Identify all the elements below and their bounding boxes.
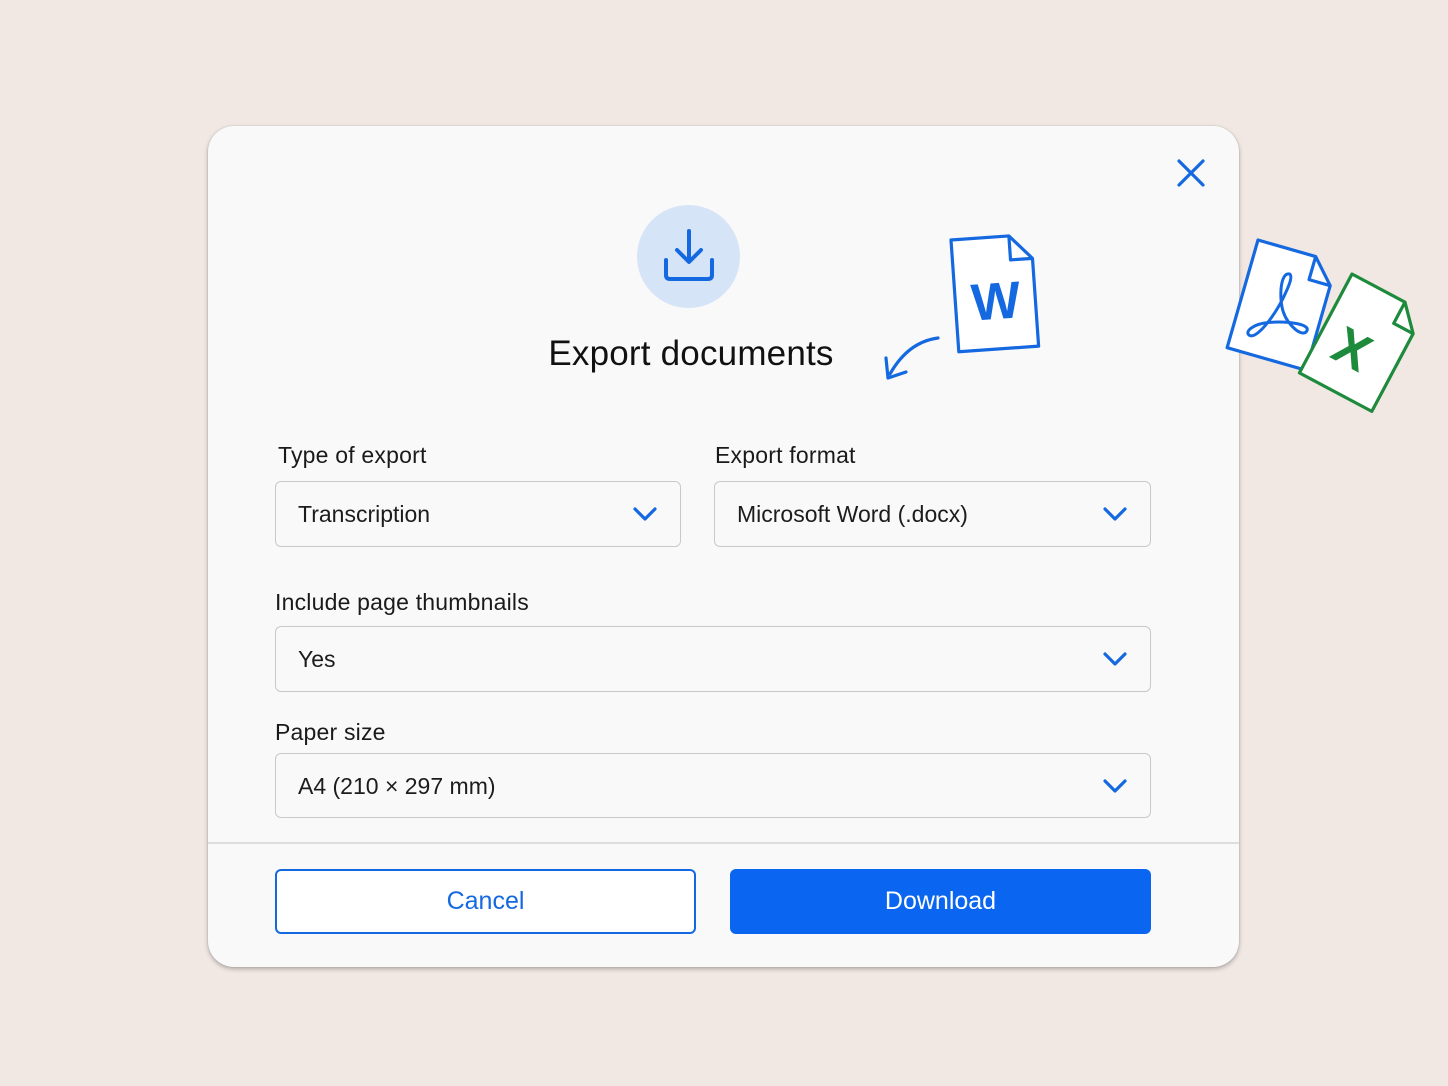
include-thumbnails-value: Yes (298, 646, 336, 672)
paper-size-select[interactable]: A4 (210 × 297 mm) (275, 753, 1151, 818)
cancel-button[interactable]: Cancel (275, 869, 696, 934)
file-types-illustration: W X (884, 234, 1415, 413)
chevron-down-icon (633, 507, 657, 521)
curved-arrow-icon (884, 336, 940, 380)
download-icon (664, 229, 714, 281)
chevron-down-icon (1103, 779, 1127, 793)
type-of-export-value: Transcription (298, 501, 431, 527)
export-format-select[interactable]: Microsoft Word (.docx) (714, 481, 1151, 547)
word-letter: W (969, 271, 1023, 332)
export-dialog: Export documents W X Type of export Tran… (208, 126, 1415, 967)
include-thumbnails-select[interactable]: Yes (275, 626, 1151, 692)
export-format-value: Microsoft Word (.docx) (737, 501, 968, 527)
download-button[interactable]: Download (730, 869, 1151, 934)
include-thumbnails-label: Include page thumbnails (275, 589, 529, 615)
paper-size-value: A4 (210 × 297 mm) (298, 773, 496, 799)
close-button[interactable] (1172, 154, 1210, 192)
close-icon (1177, 159, 1205, 187)
type-of-export-select[interactable]: Transcription (275, 481, 681, 547)
type-of-export-label: Type of export (278, 442, 427, 468)
word-file-icon: W (949, 234, 1041, 354)
footer-divider (208, 842, 1239, 844)
chevron-down-icon (1103, 507, 1127, 521)
hero-icon-circle (637, 205, 740, 308)
export-format-label: Export format (715, 442, 856, 468)
chevron-down-icon (1103, 652, 1127, 666)
paper-size-label: Paper size (275, 719, 386, 745)
